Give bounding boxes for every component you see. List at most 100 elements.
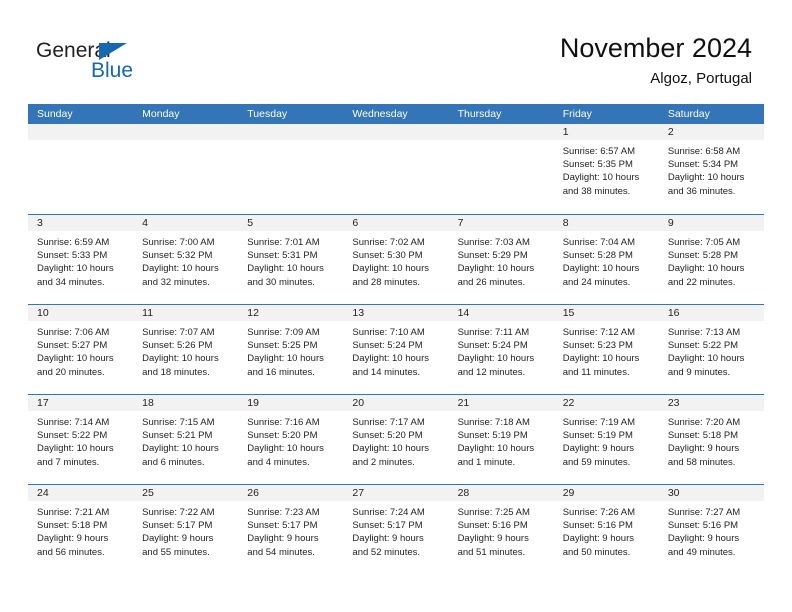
day-detail-line: Daylight: 9 hours: [667, 443, 740, 455]
day-detail-line: and 24 minutes.: [562, 276, 631, 288]
day-cell-26[interactable]: 26 Sunrise: 7:23 AM Sunset: 5:17 PM Dayligh…: [238, 485, 344, 574]
day-detail-line: Sunrise: 7:17 AM: [352, 417, 425, 428]
day-cell-8[interactable]: 8 Sunrise: 7:04 AM Sunset: 5:28 PM Daylight…: [553, 215, 659, 304]
day-cell-18[interactable]: 18 Sunrise: 7:15 AM Sunset: 5:21 PM Dayligh…: [133, 395, 239, 484]
day-detail-line: Daylight: 10 hours: [352, 353, 429, 365]
day-detail-line: Sunrise: 7:14 AM: [37, 417, 110, 428]
day-detail-line: and 16 minutes.: [247, 366, 315, 378]
day-details: Sunrise: 7:00 AM Sunset: 5:32 PM Daylight:…: [133, 231, 238, 289]
day-cell-5[interactable]: 5 Sunrise: 7:01 AM Sunset: 5:31 PM Daylight…: [238, 215, 344, 304]
day-detail-line: Sunrise: 7:04 AM: [562, 237, 636, 248]
day-details: Sunrise: 7:18 AM Sunset: 5:19 PM Daylight:…: [449, 411, 554, 469]
day-cell-empty: [448, 124, 554, 214]
day-details: Sunrise: 7:04 AM Sunset: 5:28 PM Daylight:…: [554, 231, 659, 289]
day-cell-23[interactable]: 23 Sunrise: 7:20 AM Sunset: 5:18 PM Dayligh…: [658, 395, 764, 484]
day-detail-line: Daylight: 10 hours: [667, 263, 745, 275]
day-cell-21[interactable]: 21 Sunrise: 7:18 AM Sunset: 5:19 PM Dayligh…: [448, 395, 554, 484]
day-details: Sunrise: 7:03 AM Sunset: 5:29 PM Daylight:…: [449, 231, 554, 289]
day-cell-13[interactable]: 13 Sunrise: 7:10 AM Sunset: 5:24 PM Dayligh…: [343, 305, 449, 394]
day-detail-line: Sunset: 5:16 PM: [457, 520, 528, 532]
day-number: 22: [553, 395, 659, 411]
day-cell-19[interactable]: 19 Sunrise: 7:16 AM Sunset: 5:20 PM Dayligh…: [238, 395, 344, 484]
day-detail-line: Daylight: 9 hours: [352, 533, 424, 545]
day-details: Sunrise: 7:06 AM Sunset: 5:27 PM Daylight:…: [28, 321, 133, 379]
day-details: Sunrise: 7:24 AM Sunset: 5:17 PM Daylight:…: [343, 501, 448, 559]
day-cell-30[interactable]: 30 Sunrise: 7:27 AM Sunset: 5:16 PM Dayligh…: [658, 485, 764, 574]
day-detail-line: Sunset: 5:28 PM: [562, 250, 633, 262]
day-cell-24[interactable]: 24 Sunrise: 7:21 AM Sunset: 5:18 PM Dayligh…: [28, 485, 134, 574]
day-number: 23: [658, 395, 764, 411]
day-details: [28, 140, 133, 145]
day-number: 16: [658, 305, 764, 321]
day-detail-line: Daylight: 10 hours: [247, 443, 324, 455]
day-detail-line: Sunset: 5:18 PM: [37, 520, 108, 532]
day-detail-line: and 32 minutes.: [142, 276, 210, 288]
day-cell-25[interactable]: 25 Sunrise: 7:22 AM Sunset: 5:17 PM Dayligh…: [133, 485, 239, 574]
day-details: Sunrise: 7:17 AM Sunset: 5:20 PM Daylight:…: [343, 411, 448, 469]
day-detail-line: Sunrise: 7:03 AM: [457, 237, 530, 248]
brand-logo[interactable]: General Blue: [36, 38, 256, 88]
day-detail-line: Sunset: 5:20 PM: [352, 430, 423, 442]
day-detail-line: and 50 minutes.: [562, 546, 631, 558]
day-detail-line: and 38 minutes.: [562, 185, 631, 197]
day-detail-line: Sunrise: 6:57 AM: [562, 146, 636, 157]
day-detail-line: Daylight: 10 hours: [457, 263, 535, 275]
day-cell-9[interactable]: 9 Sunrise: 7:05 AM Sunset: 5:28 PM Daylight…: [658, 215, 764, 304]
day-cell-20[interactable]: 20 Sunrise: 7:17 AM Sunset: 5:20 PM Dayligh…: [343, 395, 449, 484]
day-cell-11[interactable]: 11 Sunrise: 7:07 AM Sunset: 5:26 PM Dayligh…: [133, 305, 239, 394]
day-cell-14[interactable]: 14 Sunrise: 7:11 AM Sunset: 5:24 PM Dayligh…: [448, 305, 554, 394]
day-cell-10[interactable]: 10 Sunrise: 7:06 AM Sunset: 5:27 PM Dayligh…: [28, 305, 134, 394]
day-cell-27[interactable]: 27 Sunrise: 7:24 AM Sunset: 5:17 PM Dayligh…: [343, 485, 449, 574]
day-detail-line: Daylight: 10 hours: [352, 443, 429, 455]
day-detail-line: Daylight: 10 hours: [247, 353, 324, 365]
day-detail-line: Daylight: 9 hours: [667, 533, 740, 545]
day-number: 18: [133, 395, 239, 411]
day-detail-line: Sunset: 5:33 PM: [37, 250, 108, 262]
day-cell-16[interactable]: 16 Sunrise: 7:13 AM Sunset: 5:22 PM Dayligh…: [658, 305, 764, 394]
day-number: 28: [448, 485, 554, 501]
day-details: Sunrise: 7:26 AM Sunset: 5:16 PM Daylight:…: [554, 501, 659, 559]
weekday-header-saturday: Saturday: [667, 108, 710, 120]
day-cell-17[interactable]: 17 Sunrise: 7:14 AM Sunset: 5:22 PM Dayligh…: [28, 395, 134, 484]
calendar-weeks: 1 Sunrise: 6:57 AM Sunset: 5:35 PM Daylight…: [28, 124, 764, 574]
day-cell-22[interactable]: 22 Sunrise: 7:19 AM Sunset: 5:19 PM Dayligh…: [553, 395, 659, 484]
day-detail-line: and 1 minute.: [457, 456, 516, 468]
day-detail-line: Sunset: 5:35 PM: [562, 159, 633, 171]
day-cell-empty: [133, 124, 239, 214]
day-detail-line: and 56 minutes.: [37, 546, 105, 558]
day-detail-line: Sunset: 5:23 PM: [562, 340, 633, 352]
day-cell-4[interactable]: 4 Sunrise: 7:00 AM Sunset: 5:32 PM Daylight…: [133, 215, 239, 304]
day-detail-line: Sunset: 5:30 PM: [352, 250, 423, 262]
day-details: Sunrise: 7:07 AM Sunset: 5:26 PM Daylight:…: [133, 321, 238, 379]
day-cell-3[interactable]: 3 Sunrise: 6:59 AM Sunset: 5:33 PM Daylight…: [28, 215, 134, 304]
day-cell-6[interactable]: 6 Sunrise: 7:02 AM Sunset: 5:30 PM Daylight…: [343, 215, 449, 304]
day-detail-line: Daylight: 10 hours: [37, 353, 114, 365]
day-detail-line: Sunset: 5:24 PM: [457, 340, 528, 352]
day-number: [343, 124, 449, 140]
day-cell-29[interactable]: 29 Sunrise: 7:26 AM Sunset: 5:16 PM Dayligh…: [553, 485, 659, 574]
calendar-week-row: 3 Sunrise: 6:59 AM Sunset: 5:33 PM Daylight…: [28, 214, 764, 304]
day-details: Sunrise: 7:15 AM Sunset: 5:21 PM Daylight:…: [133, 411, 238, 469]
day-detail-line: and 6 minutes.: [142, 456, 205, 468]
day-detail-line: Sunset: 5:22 PM: [667, 340, 739, 352]
day-detail-line: and 12 minutes.: [457, 366, 526, 378]
day-cell-2[interactable]: 2 Sunrise: 6:58 AM Sunset: 5:34 PM Daylight…: [658, 124, 764, 214]
day-detail-line: Sunset: 5:16 PM: [667, 520, 739, 532]
day-detail-line: Sunrise: 6:59 AM: [37, 237, 110, 248]
day-cell-28[interactable]: 28 Sunrise: 7:25 AM Sunset: 5:16 PM Dayligh…: [448, 485, 554, 574]
day-cell-1[interactable]: 1 Sunrise: 6:57 AM Sunset: 5:35 PM Daylight…: [553, 124, 659, 214]
day-details: Sunrise: 7:02 AM Sunset: 5:30 PM Daylight:…: [343, 231, 448, 289]
calendar-week-row: 24 Sunrise: 7:21 AM Sunset: 5:18 PM Dayligh…: [28, 484, 764, 574]
day-cell-7[interactable]: 7 Sunrise: 7:03 AM Sunset: 5:29 PM Daylight…: [448, 215, 554, 304]
weekday-header-friday: Friday: [562, 108, 592, 120]
day-number: [448, 124, 554, 140]
day-detail-line: Sunrise: 7:19 AM: [562, 417, 636, 428]
day-cell-15[interactable]: 15 Sunrise: 7:12 AM Sunset: 5:23 PM Dayligh…: [553, 305, 659, 394]
day-details: Sunrise: 7:12 AM Sunset: 5:23 PM Daylight:…: [554, 321, 659, 379]
day-details: [449, 140, 554, 145]
day-cell-12[interactable]: 12 Sunrise: 7:09 AM Sunset: 5:25 PM Dayligh…: [238, 305, 344, 394]
day-detail-line: Daylight: 10 hours: [457, 443, 535, 455]
day-detail-line: Daylight: 10 hours: [247, 263, 324, 275]
day-detail-line: Sunset: 5:18 PM: [667, 430, 739, 442]
day-detail-line: Sunrise: 7:12 AM: [562, 327, 636, 338]
